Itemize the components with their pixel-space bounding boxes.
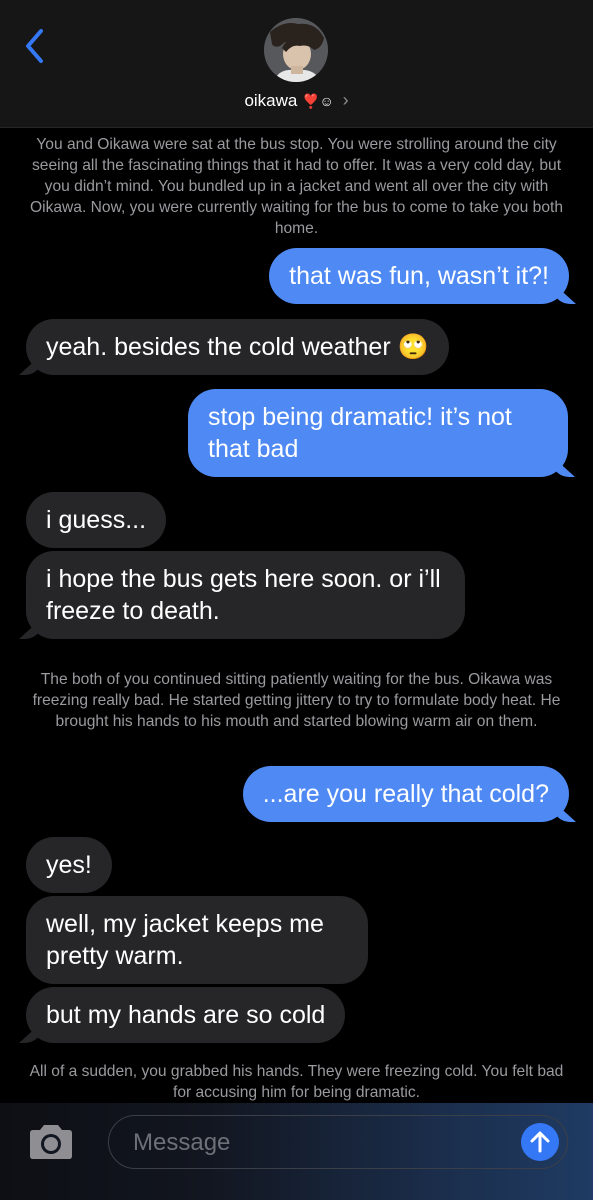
message-text: yeah. besides the cold weather 🙄 <box>46 333 429 361</box>
camera-icon <box>30 1125 72 1159</box>
message-text: that was fun, wasn’t it?! <box>289 262 549 290</box>
message-bubble-outgoing[interactable]: that was fun, wasn’t it?! <box>269 248 569 304</box>
message-bubble-incoming[interactable]: i guess... <box>26 492 167 548</box>
narration-text: The both of you continued sitting patien… <box>32 671 561 730</box>
contact-emoji: ❣️☺ <box>302 93 334 109</box>
messages-screen: oikawa ❣️☺ › You and Oikawa were sat at … <box>0 0 593 1200</box>
message-placeholder: Message <box>133 1129 231 1156</box>
avatar[interactable] <box>264 18 328 82</box>
message-bubble-incoming[interactable]: yes! <box>26 837 112 893</box>
chevron-right-icon: › <box>342 90 349 110</box>
back-button[interactable] <box>14 24 54 68</box>
message-bubble-outgoing[interactable]: ...are you really that cold? <box>242 766 569 822</box>
message-bubble-incoming[interactable]: well, my jacket keeps me pretty warm. <box>26 896 368 984</box>
message-text: yes! <box>46 851 92 879</box>
message-bubble-incoming[interactable]: yeah. besides the cold weather 🙄 <box>26 319 449 375</box>
camera-button[interactable] <box>26 1123 76 1161</box>
message-input[interactable]: Message <box>108 1115 568 1169</box>
send-arrow-icon <box>530 1131 550 1153</box>
narration-text: All of a sudden, you grabbed his hands. … <box>29 1063 564 1101</box>
narration-text: You and Oikawa were sat at the bus stop.… <box>29 136 564 237</box>
message-text: i guess... <box>46 506 147 534</box>
contact-name-row[interactable]: oikawa ❣️☺ › <box>0 90 593 111</box>
message-text: ...are you really that cold? <box>262 780 549 808</box>
message-bubble-incoming[interactable]: but my hands are so cold <box>26 987 346 1043</box>
message-bubble-incoming[interactable]: i hope the bus gets here soon. or i’ll f… <box>26 551 465 639</box>
send-button[interactable] <box>521 1123 559 1161</box>
message-text: but my hands are so cold <box>46 1001 326 1029</box>
message-bubble-outgoing[interactable]: stop being dramatic! it’s not that bad <box>188 389 568 477</box>
message-text: stop being dramatic! it’s not that bad <box>208 403 512 463</box>
composer-bar: Message <box>0 1103 593 1200</box>
message-text: i hope the bus gets here soon. or i’ll f… <box>46 565 441 625</box>
chevron-left-icon <box>26 29 43 63</box>
contact-name: oikawa <box>244 91 298 110</box>
conversation-header: oikawa ❣️☺ › <box>0 0 593 128</box>
message-text: well, my jacket keeps me pretty warm. <box>46 910 324 970</box>
avatar-image <box>264 18 328 82</box>
